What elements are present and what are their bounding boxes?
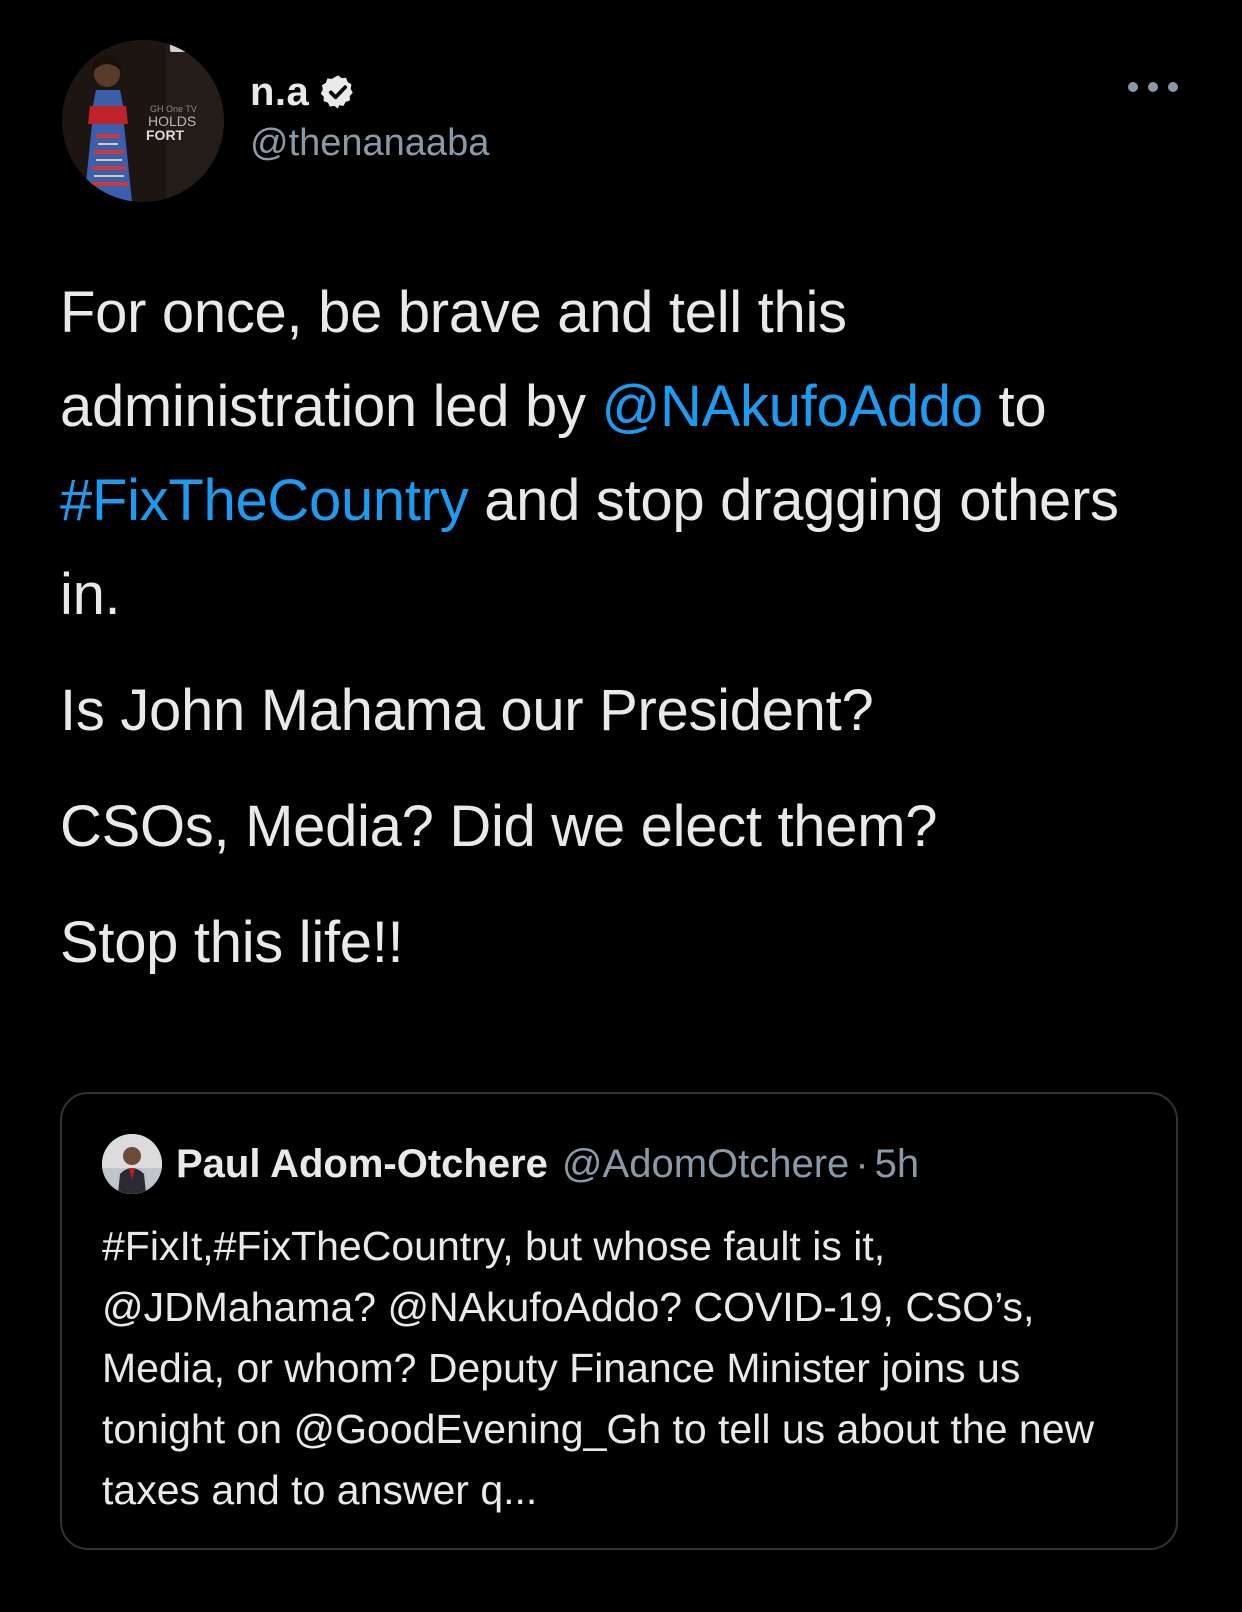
- more-dot: [1148, 82, 1158, 92]
- author-display-name[interactable]: n.a: [250, 70, 309, 115]
- quoted-author-avatar[interactable]: [102, 1134, 162, 1194]
- mention-link[interactable]: @NAkufoAddo: [601, 374, 983, 439]
- tweet-paragraph-1: For once, be brave and tell this adminis…: [60, 266, 1190, 642]
- quoted-author-avatar-image: [102, 1134, 162, 1194]
- more-dot: [1128, 82, 1138, 92]
- tweet-paragraph-4: Stop this life!!: [60, 910, 404, 975]
- separator-dot: ·: [855, 1141, 869, 1186]
- tweet-paragraph-3: CSOs, Media? Did we elect them?: [60, 794, 938, 859]
- more-options-icon[interactable]: [1128, 72, 1178, 102]
- author-info[interactable]: n.a @thenanaaba: [250, 68, 489, 165]
- tweet: GH One TV HOLDS FORT n.a @thenanaaba For…: [0, 0, 1242, 1612]
- hashtag-link[interactable]: #FixTheCountry: [60, 468, 469, 533]
- author-avatar-image: GH One TV HOLDS FORT: [62, 40, 224, 202]
- author-name-row: n.a: [250, 68, 489, 116]
- author-handle[interactable]: @thenanaaba: [250, 122, 489, 165]
- quoted-author-name[interactable]: Paul Adom-Otchere: [176, 1142, 548, 1187]
- tweet-text-segment: to: [982, 374, 1047, 439]
- avatar-sign-text-2: FORT: [146, 127, 185, 143]
- quoted-tweet-header: Paul Adom-Otchere @AdomOtchere · 5h: [102, 1134, 919, 1194]
- tweet-paragraph-2: Is John Mahama our President?: [60, 678, 874, 743]
- more-dot: [1168, 82, 1178, 92]
- quoted-tweet-text: #FixIt,#FixTheCountry, but whose fault i…: [102, 1223, 1095, 1513]
- quoted-timestamp[interactable]: 5h: [875, 1142, 920, 1187]
- verified-badge-icon: [321, 75, 354, 109]
- tweet-text: For once, be brave and tell this adminis…: [60, 266, 1190, 990]
- author-avatar[interactable]: GH One TV HOLDS FORT: [62, 40, 224, 202]
- quoted-tweet[interactable]: Paul Adom-Otchere @AdomOtchere · 5h #Fix…: [60, 1092, 1178, 1550]
- quoted-author-handle[interactable]: @AdomOtchere: [562, 1142, 849, 1187]
